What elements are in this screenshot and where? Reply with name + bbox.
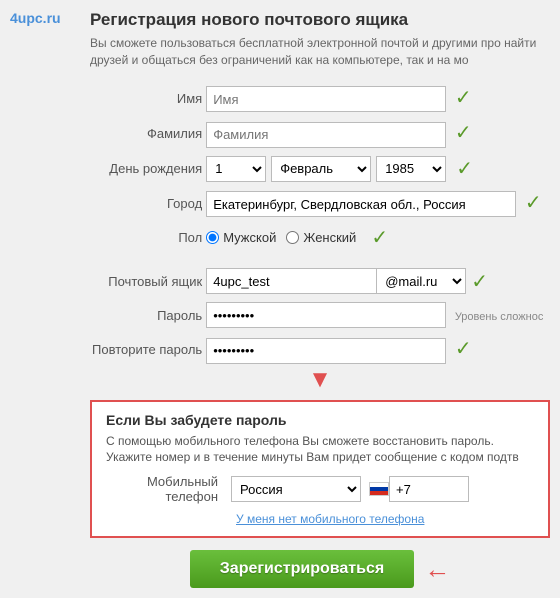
password-repeat-input[interactable] xyxy=(206,338,446,364)
gender-male-label: Мужской xyxy=(223,230,276,245)
dob-year-select[interactable]: 2026202520242023202220212020201920182017… xyxy=(376,156,446,182)
password-recovery-box: Если Вы забудете пароль С помощью мобиль… xyxy=(90,400,550,539)
gender-label: Пол xyxy=(90,221,204,254)
password-repeat-label: Повторите пароль xyxy=(90,332,204,368)
russia-flag-icon xyxy=(369,482,389,496)
last-name-input[interactable] xyxy=(206,122,446,148)
password-repeat-row: Повторите пароль ✓ xyxy=(90,332,550,368)
phone-row: Мобильный телефон РоссияУкраинаБеларусьК… xyxy=(106,474,534,504)
first-name-input[interactable] xyxy=(206,86,446,112)
gender-check: ✓ xyxy=(371,225,388,250)
no-phone-link[interactable]: У меня нет мобильного телефона xyxy=(236,512,534,526)
dob-check: ✓ xyxy=(456,156,473,181)
city-check: ✓ xyxy=(525,192,542,214)
phone-country-select[interactable]: РоссияУкраинаБеларусьКазахстан xyxy=(231,476,361,502)
phone-prefix-input[interactable] xyxy=(389,476,469,502)
email-input[interactable] xyxy=(206,268,376,294)
email-domain-select[interactable]: @mail.ru@inbox.ru@list.ru@bk.ru xyxy=(376,268,466,294)
last-name-row: Фамилия ✓ xyxy=(90,116,550,152)
submit-arrow-icon: ← xyxy=(424,556,450,582)
phone-flag-group xyxy=(366,476,469,502)
gender-row: Пол Мужской Женский ✓ xyxy=(90,221,550,254)
dob-month-select[interactable]: ЯнварьФевральМартАпрельМайИюньИюльАвгуст… xyxy=(271,156,371,182)
phone-label: Мобильный телефон xyxy=(106,474,226,504)
city-row: Город ✓ xyxy=(90,186,550,222)
last-name-label: Фамилия xyxy=(90,116,204,152)
logo: 4upc.ru xyxy=(10,10,90,26)
submit-row: Зарегистрироваться ← xyxy=(90,550,550,588)
gender-female-radio[interactable] xyxy=(286,231,299,244)
email-row: Почтовый ящик @mail.ru@inbox.ru@list.ru@… xyxy=(90,264,550,298)
last-name-check: ✓ xyxy=(455,122,472,144)
dob-row: День рождения 12345678910111213141516171… xyxy=(90,152,550,186)
password-row: Пароль Уровень сложнос xyxy=(90,298,550,332)
first-name-label: Имя xyxy=(90,81,204,117)
password-repeat-check: ✓ xyxy=(455,338,472,360)
gender-male-option[interactable]: Мужской xyxy=(206,230,276,245)
email-label: Почтовый ящик xyxy=(90,264,204,298)
city-input[interactable] xyxy=(206,191,516,217)
first-name-check: ✓ xyxy=(455,87,472,109)
password-strength-label: Уровень сложнос xyxy=(455,311,544,323)
recovery-description: С помощью мобильного телефона Вы сможете… xyxy=(106,433,534,467)
city-label: Город xyxy=(90,186,204,222)
email-check: ✓ xyxy=(471,269,488,294)
recovery-arrow: ▼ xyxy=(90,368,550,392)
dob-day-select[interactable]: 1234567891011121314151617181920212223242… xyxy=(206,156,266,182)
recovery-title: Если Вы забудете пароль xyxy=(106,412,534,428)
password-label: Пароль xyxy=(90,298,204,332)
gender-male-radio[interactable] xyxy=(206,231,219,244)
page-title: Регистрация нового почтового ящика xyxy=(90,10,550,30)
gender-female-option[interactable]: Женский xyxy=(286,230,356,245)
gender-female-label: Женский xyxy=(303,230,356,245)
dob-label: День рождения xyxy=(90,152,204,186)
first-name-row: Имя ✓ xyxy=(90,81,550,117)
password-input[interactable] xyxy=(206,302,446,328)
page-subtitle: Вы сможете пользоваться бесплатной элект… xyxy=(90,35,550,69)
register-button[interactable]: Зарегистрироваться xyxy=(190,550,414,588)
registration-form: Имя ✓ Фамилия ✓ День рождения 1234567891… xyxy=(90,81,550,368)
